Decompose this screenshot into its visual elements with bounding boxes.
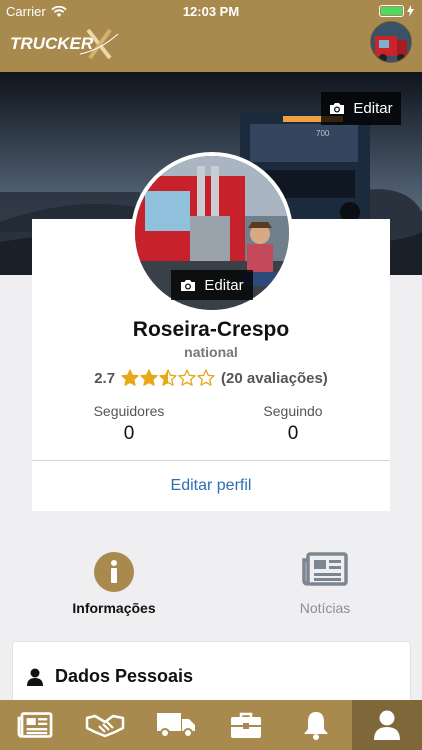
following-count: 0 <box>287 423 299 444</box>
user-icon <box>373 710 400 740</box>
charging-icon <box>407 5 414 17</box>
handshake-icon <box>86 714 125 738</box>
reviews-count: (20 avaliações) <box>221 369 328 387</box>
avatar-edit-label: Editar <box>204 276 244 294</box>
following-label: Seguindo <box>263 403 323 419</box>
status-bar: Carrier 12:03 PM <box>0 0 422 22</box>
star-half-icon <box>159 369 177 386</box>
person-icon <box>27 668 43 686</box>
star-full-icon <box>140 369 158 386</box>
nav-deals[interactable] <box>70 700 140 750</box>
svg-text:700: 700 <box>316 129 330 138</box>
header-avatar[interactable] <box>370 21 412 63</box>
tab-noticias[interactable]: Notícias <box>255 552 395 616</box>
tab-informacoes[interactable]: Informações <box>44 552 184 616</box>
tab-informacoes-label: Informações <box>72 600 156 616</box>
card-divider <box>32 460 390 461</box>
truck-icon <box>156 713 195 738</box>
rating-value: 2.7 <box>94 369 116 387</box>
profile-subtitle: national <box>184 344 238 360</box>
followers-stat[interactable]: Seguidores 0 <box>69 403 189 445</box>
star-empty-icon <box>197 369 215 386</box>
cover-edit-button[interactable]: Editar <box>321 92 401 125</box>
camera-icon <box>330 103 345 114</box>
nav-freight[interactable] <box>141 700 211 750</box>
nav-profile[interactable] <box>351 700 422 750</box>
nav-jobs[interactable] <box>211 700 281 750</box>
truckerx-logo[interactable]: TRUCKER <box>10 26 120 60</box>
followers-count: 0 <box>123 423 135 444</box>
section-title: Dados Pessoais <box>55 666 194 686</box>
dados-pessoais-header[interactable]: Dados Pessoais <box>26 666 193 687</box>
tab-noticias-label: Notícias <box>299 600 351 616</box>
profile-name: Roseira-Crespo <box>132 318 290 341</box>
avatar-edit-button[interactable]: Editar <box>171 270 253 300</box>
status-time: 12:03 PM <box>182 4 240 19</box>
bell-icon <box>304 712 329 740</box>
cover-edit-label: Editar <box>353 100 393 117</box>
nav-notifications[interactable] <box>281 700 351 750</box>
followers-label: Seguidores <box>93 403 165 419</box>
info-icon <box>94 552 134 592</box>
svg-text:TRUCKER: TRUCKER <box>10 34 94 53</box>
following-stat[interactable]: Seguindo 0 <box>233 403 353 445</box>
newspaper-icon <box>302 552 348 586</box>
newspaper-icon <box>17 712 53 738</box>
briefcase-icon <box>231 712 262 738</box>
bottom-navigation <box>0 700 422 750</box>
rating-stars <box>121 369 215 387</box>
camera-icon <box>181 279 196 291</box>
edit-profile-link[interactable]: Editar perfil <box>32 470 390 502</box>
battery-icon <box>379 5 414 17</box>
star-empty-icon <box>178 369 196 386</box>
star-full-icon <box>121 369 139 386</box>
rating-row[interactable]: 2.7 (20 avaliações) <box>32 369 390 387</box>
app-header: Carrier 12:03 PM TRUCKER <box>0 0 422 72</box>
nav-news[interactable] <box>0 700 70 750</box>
